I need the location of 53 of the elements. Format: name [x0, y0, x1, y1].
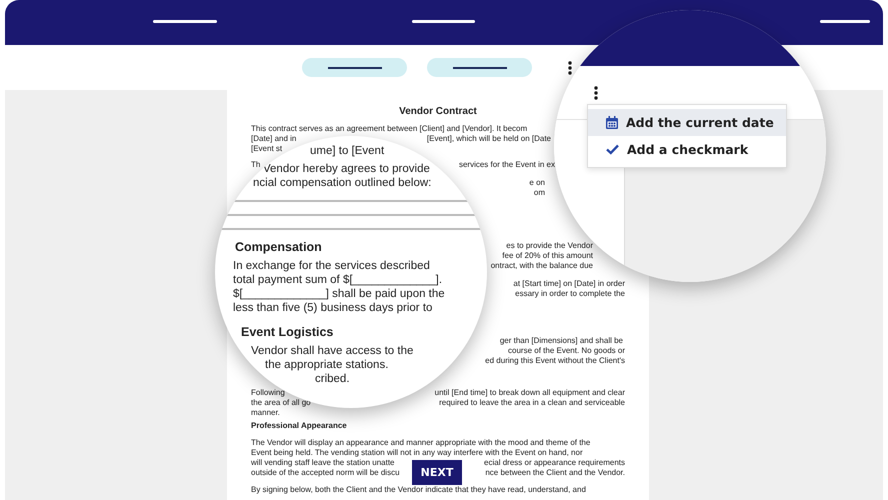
document-text: services for the Event in ex [458, 160, 555, 170]
document-text: at [Start time] on [Date] in order [513, 279, 625, 289]
magnified-heading: Compensation [235, 240, 322, 255]
document-text: [Date] and in [251, 134, 296, 144]
magnified-text: Vendor shall have access to the [251, 344, 414, 358]
magnified-text: ume] to [Event [310, 144, 384, 158]
magnified-text: less than five (5) business days prior to [233, 301, 432, 315]
document-text: ger than [Dimensions] and shall be [500, 336, 623, 346]
document-text: nce between the Client and the Vendor. [485, 468, 625, 478]
magnified-text: $[_____________] shall be paid upon the [233, 287, 445, 301]
document-text: Th [251, 160, 260, 170]
next-button[interactable]: NEXT [412, 460, 462, 485]
document-title: Vendor Contract [399, 107, 477, 117]
document-text: required to leave the area in a clean and serviceable [439, 398, 625, 408]
document-text: fee of 20% of this amount [502, 251, 593, 261]
document-text: will vending staff leave the station unatte [251, 458, 394, 468]
document-text: ontract, with the balance due [490, 261, 593, 271]
magnified-text: the appropriate stations. [265, 358, 388, 372]
document-text: ed during this Event without the Client's [485, 356, 625, 366]
document-text: manner. [251, 408, 280, 418]
menu-item[interactable]: Add the current date [588, 109, 786, 136]
document-text: outside of the accepted norm will be discu [251, 468, 400, 478]
calendar-icon [606, 116, 618, 129]
magnified-text: total payment sum of $[_____________]. [233, 273, 442, 287]
toolbar-pill-button[interactable] [427, 58, 532, 77]
checkmark-icon [606, 144, 619, 155]
more-options-icon[interactable] [594, 86, 598, 100]
document-text: [Event st [251, 144, 282, 154]
document-text: ecial dress or appearance requirements [484, 458, 625, 468]
document-text: essary in order to complete the [515, 289, 625, 299]
document-text: the area of all go [251, 398, 311, 408]
menu-item[interactable]: Add a checkmark [588, 136, 786, 163]
document-text: Event being held. The vending station will not in any way interfere with the Event on hand, nor [251, 448, 583, 458]
menu-item-label: Add the current date [626, 115, 774, 130]
more-options-icon[interactable] [568, 60, 572, 74]
document-text: [Event], which will be held on [Date [426, 134, 551, 144]
document-text: es to provide the Vendor [506, 241, 593, 251]
toolbar-pill-button[interactable] [302, 58, 407, 77]
document-text: until [End time] to break down all equipment and clear [434, 388, 625, 398]
magnified-text: ncial compensation outlined below: [253, 176, 432, 190]
menu-item-label: Add a checkmark [627, 142, 748, 157]
magnified-text: Vendor hereby agrees to provide [263, 162, 430, 176]
document-text: This contract serves as an agreement between [Client] and [Vendor]. It becom [251, 124, 528, 134]
document-text: Following [251, 388, 285, 398]
document-text: om [534, 188, 545, 198]
magnified-heading: Event Logistics [241, 325, 334, 340]
magnified-text: cribed. [315, 372, 350, 386]
section-heading: Professional Appearance [251, 421, 347, 431]
document-text: The Vendor will display an appearance and manner appropriate with the mood and theme of the [251, 438, 590, 448]
document-text: e on [529, 178, 545, 188]
document-text: By signing below, both the Client and the Vendor indicate that they have read, understand, and [251, 485, 586, 495]
magnified-text: In exchange for the services described [233, 259, 430, 273]
document-text: course of the Event. No goods or [508, 346, 625, 356]
